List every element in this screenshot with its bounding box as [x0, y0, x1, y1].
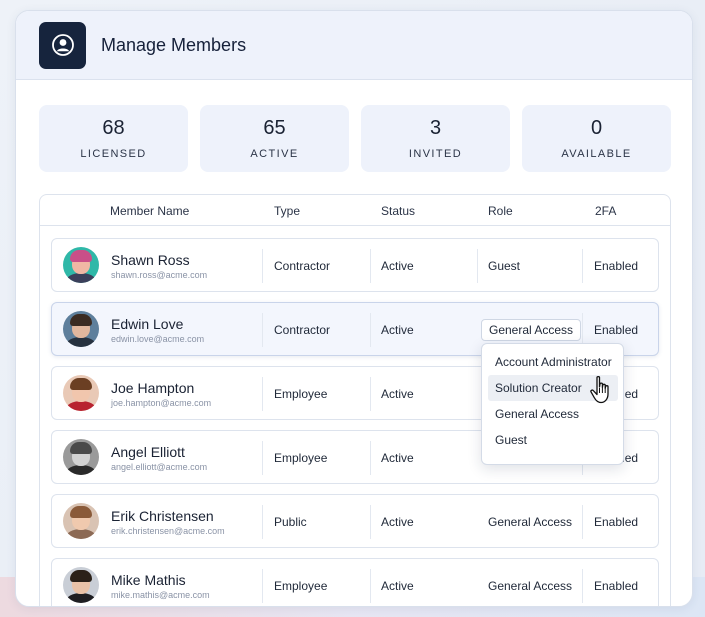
avatar [63, 567, 99, 603]
avatar [63, 247, 99, 283]
member-status: Active [381, 579, 414, 593]
hand-pointer-cursor-icon [590, 375, 609, 404]
table-header: Member Name Type Status Role 2FA [40, 195, 670, 226]
member-status: Active [381, 323, 414, 337]
stat-value: 68 [102, 117, 125, 139]
member-name: Mike Mathis [111, 572, 186, 588]
member-name: Edwin Love [111, 316, 184, 332]
stat-licensed: 68 LICENSED [39, 105, 188, 172]
member-type: Employee [274, 451, 328, 465]
member-name: Angel Elliott [111, 444, 185, 460]
member-status: Active [381, 387, 414, 401]
stat-available: 0 AVAILABLE [522, 105, 671, 172]
stat-label: ACTIVE [250, 148, 299, 160]
user-circle-icon [39, 21, 86, 69]
member-2fa: Enabled [594, 579, 639, 593]
member-name: Erik Christensen [111, 508, 214, 524]
member-2fa: Enabled [594, 323, 639, 337]
avatar [63, 439, 99, 475]
stat-label: LICENSED [80, 148, 147, 160]
member-name: Joe Hampton [111, 380, 195, 396]
member-role[interactable]: General Access [488, 515, 572, 529]
member-type: Employee [274, 579, 328, 593]
stat-label: INVITED [408, 148, 463, 160]
avatar [63, 503, 99, 539]
column-header-member-name[interactable]: Member Name [110, 204, 189, 218]
table-row[interactable]: Mike Mathis mike.mathis@acme.com Employe… [51, 558, 659, 606]
avatar [63, 311, 99, 347]
member-role[interactable]: General Access [488, 579, 572, 593]
column-header-type[interactable]: Type [274, 204, 300, 218]
role-option-account-administrator[interactable]: Account Administrator [482, 349, 618, 375]
member-type: Contractor [274, 323, 331, 337]
stat-active: 65 ACTIVE [200, 105, 349, 172]
member-status: Active [381, 451, 414, 465]
member-email: angel.elliott@acme.com [111, 462, 208, 472]
column-header-status[interactable]: Status [381, 204, 415, 218]
member-2fa: Enabled [594, 515, 639, 529]
member-email: mike.mathis@acme.com [111, 590, 210, 600]
stat-invited: 3 INVITED [361, 105, 510, 172]
table-row[interactable]: Erik Christensen erik.christensen@acme.c… [51, 494, 659, 548]
member-type: Employee [274, 387, 328, 401]
member-2fa: Enabled [594, 259, 639, 273]
member-name: Shawn Ross [111, 252, 190, 268]
member-email: shawn.ross@acme.com [111, 270, 208, 280]
member-email: erik.christensen@acme.com [111, 526, 225, 536]
page-title: Manage Members [101, 34, 247, 55]
member-role[interactable]: Guest [488, 259, 520, 273]
stat-label: AVAILABLE [561, 148, 632, 160]
role-select[interactable]: General Access [481, 319, 582, 341]
member-email: joe.hampton@acme.com [111, 398, 212, 408]
member-status: Active [381, 259, 414, 273]
member-type: Public [274, 515, 307, 529]
column-header-role[interactable]: Role [488, 204, 513, 218]
column-header-2fa[interactable]: 2FA [595, 204, 616, 218]
member-email: edwin.love@acme.com [111, 334, 205, 344]
manage-members-panel: Manage Members 68 LICENSED 65 ACTIVE 3 I… [15, 10, 693, 607]
avatar [63, 375, 99, 411]
stats-row: 68 LICENSED 65 ACTIVE 3 INVITED 0 AVAILA… [39, 105, 692, 172]
panel-header: Manage Members [16, 11, 692, 80]
member-status: Active [381, 515, 414, 529]
table-row[interactable]: Shawn Ross shawn.ross@acme.com Contracto… [51, 238, 659, 292]
member-type: Contractor [274, 259, 331, 273]
stat-value: 65 [263, 117, 286, 139]
stat-value: 3 [429, 117, 442, 139]
stat-value: 0 [590, 117, 603, 139]
role-option-guest[interactable]: Guest [482, 427, 618, 453]
